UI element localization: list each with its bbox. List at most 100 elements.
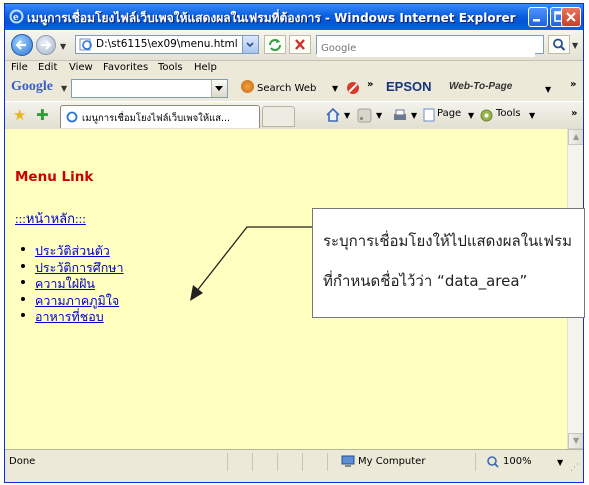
- security-zone[interactable]: My Computer: [358, 456, 425, 467]
- toolbar-overflow-chevron-icon[interactable]: »: [367, 79, 373, 90]
- menu-favorites[interactable]: Favorites: [103, 62, 148, 73]
- status-divider: [277, 453, 278, 471]
- zoom-dropdown-icon[interactable]: ▼: [557, 458, 563, 467]
- home-link[interactable]: :::หน้าหลัก:::: [15, 208, 86, 229]
- close-button[interactable]: [561, 7, 581, 27]
- toolbar-overflow-chevron-icon[interactable]: »: [570, 79, 576, 90]
- tools-dropdown-icon[interactable]: ▼: [529, 111, 535, 120]
- web-to-page-dropdown-icon[interactable]: ▼: [545, 85, 551, 94]
- menu-tools[interactable]: Tools: [158, 62, 183, 73]
- recent-pages-dropdown-icon[interactable]: ▼: [60, 42, 66, 51]
- forward-button[interactable]: [36, 35, 56, 55]
- status-divider: [252, 453, 253, 471]
- back-arrow-icon: [15, 40, 26, 50]
- status-divider: [475, 453, 476, 471]
- window-title: เมนูการเชื่อมโยงไฟล์เว็บเพจให้แสดงผลในเฟ…: [27, 11, 516, 25]
- minimize-icon: [533, 19, 540, 22]
- epson-logo[interactable]: EPSON: [386, 79, 432, 94]
- favorites-star-icon[interactable]: ★: [13, 106, 26, 124]
- search-box[interactable]: [316, 35, 544, 57]
- link-personal-history[interactable]: ประวัติส่วนตัว: [35, 244, 110, 258]
- web-to-page-button[interactable]: Web-To-Page: [449, 81, 512, 92]
- tab-active[interactable]: เมนูการเชื่อมโยงไฟล์เว็บเพจให้แส...: [60, 105, 260, 128]
- address-url: D:\st6115\ex09\menu.html: [96, 38, 238, 50]
- resize-grip-icon[interactable]: ⋰: [570, 463, 579, 473]
- minimize-button[interactable]: [528, 7, 548, 27]
- bullet: [21, 313, 25, 317]
- close-icon: [566, 12, 576, 22]
- link-favorite-food[interactable]: อาหารที่ชอบ: [35, 310, 104, 324]
- search-web-dropdown-icon[interactable]: ▼: [332, 84, 338, 93]
- stop-icon: [295, 39, 305, 50]
- callout-line-1: ระบุการเชื่อมโยงให้ไปแสดงผลในเฟรม: [323, 232, 572, 250]
- google-toolbar: Google ▼ Search Web ▼ » EPSON Web-To-Pag…: [5, 76, 583, 100]
- popup-blocker-icon[interactable]: [345, 80, 361, 96]
- list-item: ประวัติส่วนตัว: [21, 241, 124, 258]
- address-toolbar: ▼ D:\st6115\ex09\menu.html ▼: [5, 30, 583, 61]
- home-dropdown-icon[interactable]: ▼: [344, 111, 350, 120]
- link-pride[interactable]: ความภาคภูมิใจ: [35, 294, 119, 308]
- bullet: [21, 296, 25, 301]
- callout-line-2: ที่กำหนดชื่อไว้ว่า “data_area”: [323, 272, 528, 290]
- zoom-icon: [487, 456, 499, 468]
- zoom-level[interactable]: 100%: [503, 456, 532, 467]
- google-history-dropdown[interactable]: [211, 80, 227, 97]
- google-logo[interactable]: Google: [11, 79, 53, 95]
- menu-bar: File Edit View Favorites Tools Help: [5, 61, 583, 76]
- stop-button[interactable]: [289, 35, 311, 54]
- status-divider: [227, 453, 228, 471]
- address-bar[interactable]: D:\st6115\ex09\menu.html: [75, 35, 259, 54]
- link-dreams[interactable]: ความใฝ่ฝัน: [35, 277, 95, 291]
- menu-file[interactable]: File: [11, 62, 28, 73]
- home-icon[interactable]: [325, 107, 341, 123]
- scroll-up-button[interactable]: ▲: [568, 129, 583, 145]
- search-icon: [553, 38, 566, 51]
- menu-help[interactable]: Help: [194, 62, 217, 73]
- annotation-callout: ระบุการเชื่อมโยงให้ไปแสดงผลในเฟรม ที่กำห…: [312, 208, 585, 318]
- google-search-input[interactable]: [71, 79, 228, 98]
- feeds-icon[interactable]: [357, 108, 372, 123]
- menu-link-list: ประวัติส่วนตัว ประวัติการศึกษา ความใฝ่ฝั…: [21, 241, 124, 324]
- address-dropdown-button[interactable]: [242, 36, 258, 53]
- menu-edit[interactable]: Edit: [38, 62, 57, 73]
- title-bar[interactable]: e เมนูการเชื่อมโยงไฟล์เว็บเพจให้แสดงผลใน…: [5, 4, 583, 30]
- search-options-dropdown-icon[interactable]: ▼: [572, 41, 578, 50]
- computer-icon: [341, 455, 355, 467]
- feeds-dropdown-icon[interactable]: ▼: [376, 111, 382, 120]
- search-button[interactable]: [548, 35, 570, 54]
- page-menu-icon: [423, 108, 435, 122]
- new-tab-button[interactable]: [262, 106, 295, 127]
- add-favorites-icon[interactable]: ✚: [36, 106, 49, 124]
- gear-icon: [480, 109, 493, 122]
- svg-text:e: e: [13, 13, 19, 23]
- status-divider: [327, 453, 328, 471]
- tools-menu[interactable]: Tools: [496, 108, 521, 119]
- bullet: [21, 280, 25, 284]
- menu-view[interactable]: View: [69, 62, 93, 73]
- link-education[interactable]: ประวัติการศึกษา: [35, 261, 124, 275]
- print-dropdown-icon[interactable]: ▼: [411, 111, 417, 120]
- list-item: ความใฝ่ฝัน: [21, 274, 124, 291]
- chevron-down-icon: [215, 86, 223, 91]
- scroll-down-button[interactable]: ▼: [568, 433, 583, 449]
- google-menu-dropdown-icon[interactable]: ▼: [61, 84, 67, 93]
- toolbar-overflow-chevron-icon[interactable]: »: [571, 108, 577, 119]
- chevron-down-icon: [246, 42, 254, 48]
- bullet: [21, 247, 25, 251]
- page-menu[interactable]: Page: [437, 108, 461, 119]
- page-ie-icon: [66, 111, 78, 123]
- chevron-up-icon: ▲: [573, 132, 580, 141]
- page-ie-icon: [79, 38, 92, 51]
- search-input[interactable]: [317, 40, 535, 57]
- print-icon[interactable]: [392, 108, 408, 123]
- list-item: ประวัติการศึกษา: [21, 258, 124, 275]
- back-button[interactable]: [11, 34, 33, 56]
- page-dropdown-icon[interactable]: ▼: [468, 111, 474, 120]
- list-item: ความภาคภูมิใจ: [21, 291, 124, 308]
- status-bar: Done My Computer 100% ▼ ⋰: [5, 449, 583, 482]
- tab-bar: ★ ✚ เมนูการเชื่อมโยงไฟล์เว็บเพจให้แส... …: [5, 101, 583, 131]
- refresh-button[interactable]: [264, 35, 286, 54]
- google-search-web-button[interactable]: Search Web: [241, 80, 316, 98]
- binoculars-icon: [241, 80, 254, 93]
- bullet: [21, 263, 25, 268]
